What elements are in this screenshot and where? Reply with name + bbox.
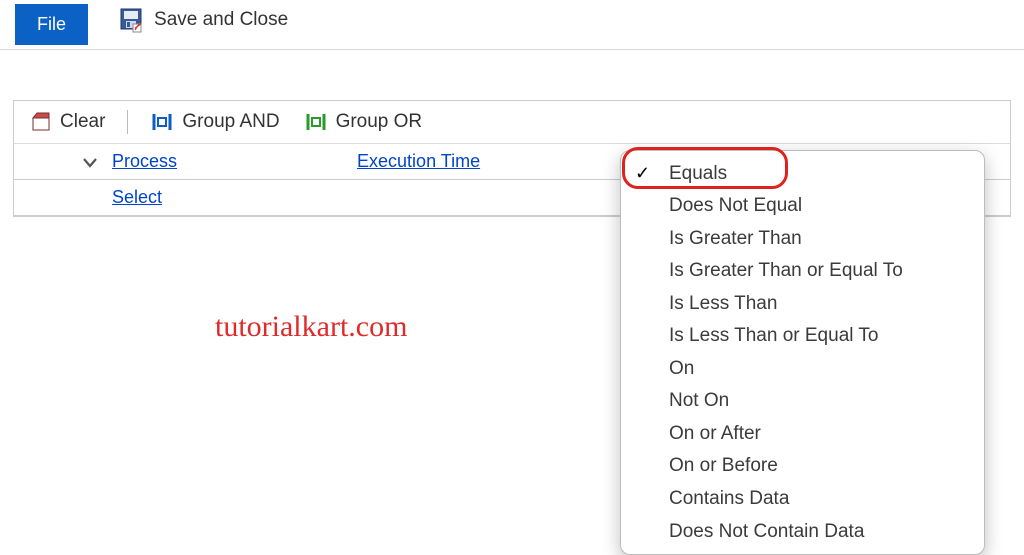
operator-option[interactable]: Not On: [621, 385, 984, 418]
save-and-close-button[interactable]: Save and Close: [118, 7, 288, 33]
operator-option[interactable]: On: [621, 352, 984, 385]
filter-toolbar: Clear Group AND Group OR: [14, 101, 1010, 144]
group-and-label: Group AND: [182, 111, 279, 133]
operator-option[interactable]: Is Greater Than: [621, 222, 984, 255]
operator-option[interactable]: Is Greater Than or Equal To: [621, 255, 984, 288]
operator-option-label: Contains Data: [669, 485, 789, 513]
operator-option[interactable]: Is Less Than: [621, 287, 984, 320]
clear-icon: [30, 111, 52, 133]
toolbar-divider: [127, 110, 128, 134]
operator-option-label: Does Not Equal: [669, 192, 802, 220]
clear-button[interactable]: Clear: [22, 108, 113, 136]
operator-option[interactable]: Is Less Than or Equal To: [621, 320, 984, 353]
operator-option-label: Is Greater Than or Equal To: [669, 257, 903, 285]
select-link[interactable]: Select: [112, 187, 162, 208]
process-link[interactable]: Process: [112, 151, 177, 172]
operator-option[interactable]: On or After: [621, 417, 984, 450]
operator-option-label: Is Greater Than: [669, 225, 802, 253]
check-icon: ✓: [635, 160, 650, 186]
operator-dropdown: ✓ Equals Does Not Equal Is Greater Than Is G…: [620, 150, 985, 555]
top-toolbar: File Save and Close: [0, 0, 1024, 50]
save-icon: [118, 7, 144, 33]
operator-option-label: Equals: [669, 160, 727, 188]
operator-option-label: On or Before: [669, 452, 778, 480]
operator-option[interactable]: Does Not Equal: [621, 190, 984, 223]
operator-option[interactable]: ✓ Equals: [621, 157, 984, 190]
group-or-label: Group OR: [336, 111, 423, 133]
execution-time-link[interactable]: Execution Time: [357, 151, 480, 172]
operator-option[interactable]: Does Not Contain Data: [621, 515, 984, 548]
operator-option[interactable]: Contains Data: [621, 482, 984, 515]
operator-option-label: Not On: [669, 387, 729, 415]
group-or-icon: [304, 111, 328, 133]
operator-option-label: Is Less Than or Equal To: [669, 322, 878, 350]
operator-option-label: Is Less Than: [669, 290, 777, 318]
clear-label: Clear: [60, 111, 105, 133]
operator-option-label: Does Not Contain Data: [669, 518, 864, 546]
operator-option-label: On or After: [669, 420, 761, 448]
group-and-button[interactable]: Group AND: [142, 108, 287, 136]
group-and-icon: [150, 111, 174, 133]
group-or-button[interactable]: Group OR: [296, 108, 431, 136]
watermark-text: tutorialkart.com: [215, 310, 407, 344]
chevron-down-icon[interactable]: [82, 155, 98, 169]
save-and-close-label: Save and Close: [154, 9, 288, 31]
operator-option[interactable]: On or Before: [621, 450, 984, 483]
file-menu-button[interactable]: File: [15, 4, 88, 45]
operator-option-label: On: [669, 355, 694, 383]
